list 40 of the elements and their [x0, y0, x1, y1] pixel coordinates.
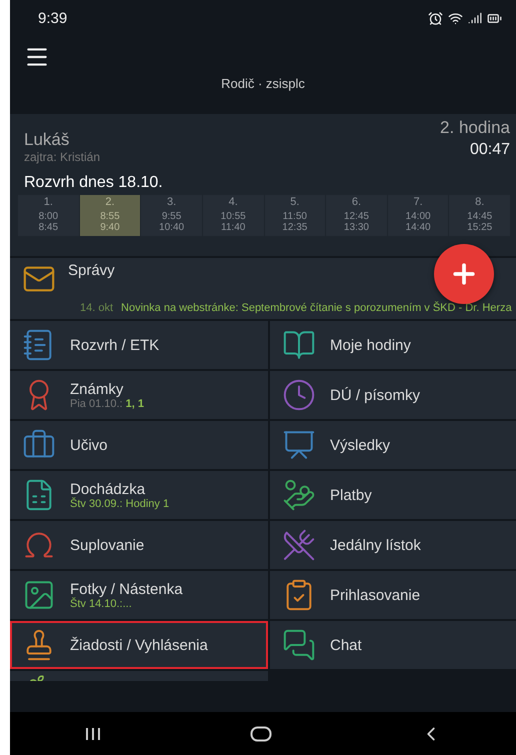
- menu-tile[interactable]: Známky Pia 01.10.: 1, 1: [10, 371, 268, 419]
- app-title: Rodič · zsisplc: [221, 76, 305, 91]
- student-name: Lukáš: [24, 130, 70, 150]
- status-time: 9:39: [38, 10, 68, 26]
- message-text: Novinka na webstránke: Septembrové čítanie s porozumením v ŠKD - Dr. Herza: [121, 302, 512, 315]
- menu-tile[interactable]: Výsledky: [270, 421, 516, 469]
- period-cell: 8. 14:45 15:25: [449, 195, 510, 236]
- wifi-icon: [448, 10, 463, 26]
- period-cell: 3. 9:55 10:40: [141, 195, 202, 236]
- period-cell: 4. 10:55 11:40: [202, 195, 264, 236]
- messages-title: Správy: [68, 262, 115, 279]
- alarm-icon: [428, 10, 443, 26]
- menu-tile[interactable]: Suplovanie: [10, 521, 268, 569]
- signal-icon: [468, 11, 482, 25]
- period-cell: 5. 11:50 12:35: [264, 195, 326, 236]
- menu-tile[interactable]: Moje hodiny: [270, 321, 516, 369]
- menu-tile[interactable]: DÚ / písomky: [270, 371, 516, 419]
- period-cell: 6. 12:45 13:30: [326, 195, 387, 236]
- menu-tile[interactable]: Učivo: [10, 421, 268, 469]
- menu-tile[interactable]: Dochádzka Štv 30.09.: Hodiny 1: [10, 471, 268, 519]
- menu-tile[interactable]: Fotky / Nástenka Štv 14.10.:...: [10, 571, 268, 619]
- period-cell: 7. 14:00 14:40: [388, 195, 448, 236]
- home-icon[interactable]: [250, 726, 272, 742]
- current-lesson: 2. hodina: [440, 118, 510, 138]
- recent-apps-icon[interactable]: [84, 726, 102, 740]
- menu-tile[interactable]: Rozvrh / ETK: [10, 321, 268, 369]
- tile-subtitle: Štv 14.10.:...: [70, 598, 133, 610]
- period-cell: 1. 8:00 8:45: [18, 195, 79, 236]
- menu-tile[interactable]: Chat: [270, 621, 516, 669]
- menu-tile[interactable]: Jedálny lístok: [270, 521, 516, 569]
- tile-subtitle: Štv 30.09.: Hodiny 1: [70, 498, 170, 510]
- menu-tile[interactable]: Prihlasovanie: [270, 571, 516, 619]
- timetable-title: Rozvrh dnes 18.10.: [24, 174, 164, 192]
- lesson-countdown: 00:47: [468, 141, 510, 159]
- menu-tile[interactable]: Žiadosti / Vyhlásenia: [10, 621, 268, 669]
- next-student: zajtra: Kristián: [24, 150, 100, 164]
- message-date: 14. okt: [80, 302, 114, 315]
- tile-subtitle: Pia 01.10.: 1, 1: [70, 398, 144, 410]
- menu-tile[interactable]: Platby: [270, 471, 516, 519]
- period-cell: 2. 8:55 9:40: [80, 195, 140, 236]
